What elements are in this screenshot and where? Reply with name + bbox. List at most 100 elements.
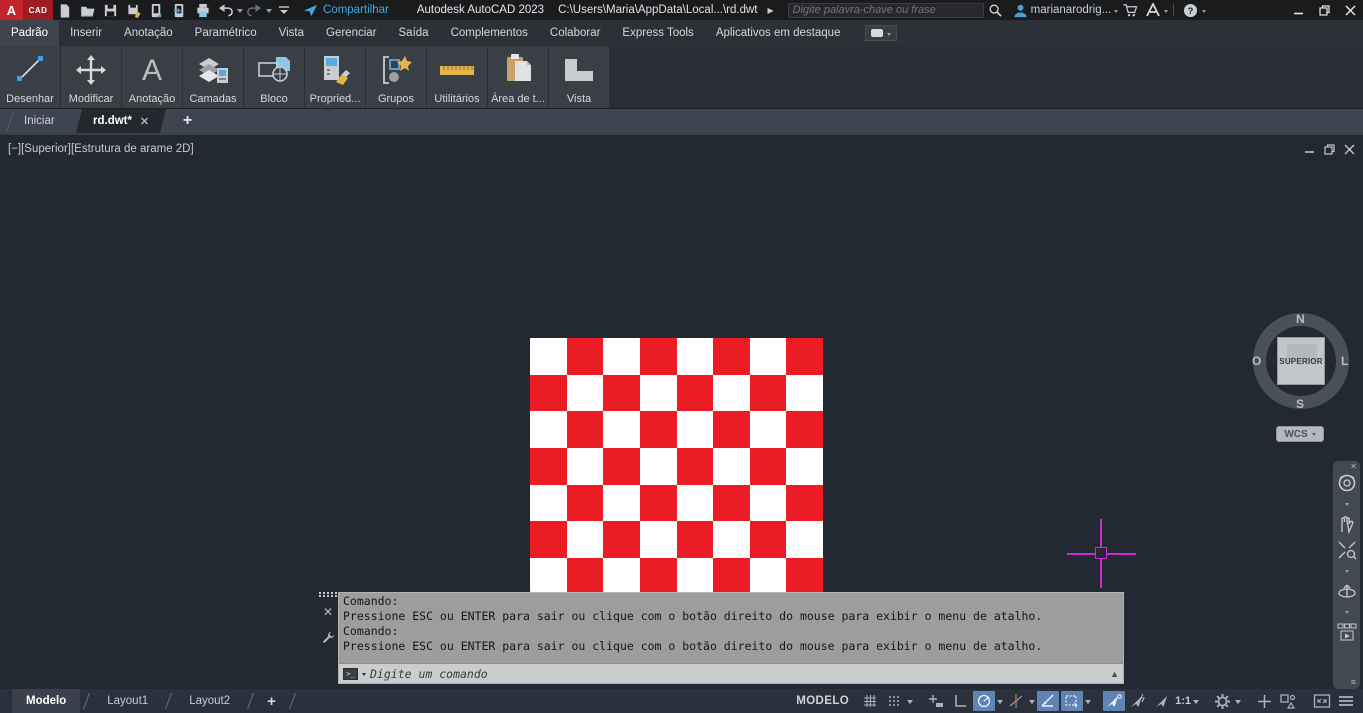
viewport-restore-icon[interactable] bbox=[1324, 144, 1335, 155]
viewcube-west[interactable]: O bbox=[1252, 354, 1261, 368]
open-from-web-mobile-button[interactable] bbox=[145, 0, 168, 20]
annotation-scale-value[interactable]: 1:1 bbox=[1175, 695, 1191, 707]
navbar-close-icon[interactable]: ✕ bbox=[1350, 462, 1357, 471]
ribbon-display-toggle[interactable] bbox=[865, 25, 897, 41]
model-space-label[interactable]: MODELO bbox=[796, 695, 849, 707]
help-button[interactable]: ? bbox=[1179, 0, 1202, 20]
object-snap-toggle[interactable] bbox=[1037, 691, 1059, 711]
annotation-visibility-toggle[interactable] bbox=[1103, 691, 1125, 711]
app-logo[interactable]: A CAD bbox=[0, 0, 53, 20]
command-expand-icon[interactable]: ▲ bbox=[1110, 669, 1119, 679]
layout-tab-layout1[interactable]: Layout1 bbox=[93, 689, 162, 713]
plot-button[interactable] bbox=[191, 0, 214, 20]
command-window-grip[interactable] bbox=[319, 592, 338, 597]
annotation-scale-caret[interactable] bbox=[1193, 700, 1199, 707]
save-as-button[interactable] bbox=[122, 0, 145, 20]
close-button[interactable] bbox=[1337, 0, 1363, 20]
navigation-wheel-icon[interactable] bbox=[1337, 473, 1357, 493]
clean-screen-button[interactable] bbox=[1311, 691, 1333, 711]
panel-bloco[interactable]: Bloco bbox=[244, 46, 304, 108]
autodesk-apps-caret[interactable] bbox=[1164, 10, 1168, 15]
share-button[interactable]: Compartilhar bbox=[303, 4, 389, 17]
ortho-toggle[interactable] bbox=[949, 691, 971, 711]
panel-area-de-transferencia[interactable]: Área de t... bbox=[488, 46, 548, 108]
new-drawing-tab-button[interactable]: + bbox=[171, 109, 204, 133]
layout-tab-modelo[interactable]: Modelo bbox=[12, 689, 80, 713]
selection-cycling-caret[interactable] bbox=[1085, 700, 1091, 707]
osnap-tracking-caret[interactable] bbox=[1029, 700, 1035, 707]
tab-padrao[interactable]: Padrão bbox=[0, 20, 59, 46]
file-tab-rd-dwt[interactable]: rd.dwt* ✕ bbox=[76, 109, 166, 133]
restore-button[interactable] bbox=[1311, 0, 1337, 20]
osnap-tracking-toggle[interactable] bbox=[1005, 691, 1027, 711]
command-prompt-icon[interactable]: >_ bbox=[343, 668, 358, 680]
command-input-row[interactable]: >_ Digite um comando ▲ bbox=[339, 663, 1123, 683]
search-box[interactable] bbox=[788, 3, 984, 18]
tab-express-tools[interactable]: Express Tools bbox=[611, 20, 704, 46]
annotation-scale-button[interactable] bbox=[1151, 691, 1173, 711]
tab-complementos[interactable]: Complementos bbox=[440, 20, 539, 46]
annotation-autoscale-toggle[interactable] bbox=[1127, 691, 1149, 711]
viewcube-top-face[interactable]: SUPERIOR bbox=[1277, 337, 1325, 385]
open-file-button[interactable] bbox=[76, 0, 99, 20]
command-input-placeholder[interactable]: Digite um comando bbox=[370, 667, 488, 681]
checkerboard[interactable] bbox=[530, 338, 823, 631]
new-layout-button[interactable]: + bbox=[257, 689, 286, 713]
snap-toggle[interactable] bbox=[883, 691, 905, 711]
command-history[interactable]: Comando:Pressione ESC ou ENTER para sair… bbox=[339, 593, 1123, 663]
dynamic-input-toggle[interactable] bbox=[925, 691, 947, 711]
tab-saida[interactable]: Saída bbox=[388, 20, 440, 46]
isolate-objects-button[interactable] bbox=[1277, 691, 1299, 711]
orbit-icon[interactable] bbox=[1337, 581, 1357, 601]
workspace-caret[interactable] bbox=[1235, 700, 1241, 707]
panel-anotacao[interactable]: A Anotação bbox=[122, 46, 182, 108]
account-menu[interactable]: marianarodrig... bbox=[1013, 3, 1119, 18]
polar-tracking-toggle[interactable] bbox=[973, 691, 995, 711]
app-store-button[interactable] bbox=[1118, 0, 1141, 20]
undo-button[interactable] bbox=[214, 0, 237, 20]
panel-propriedades[interactable]: Propried... bbox=[305, 46, 365, 108]
command-window[interactable]: ✕ Comando:Pressione ESC ou ENTER para sa… bbox=[318, 592, 1124, 684]
tab-colaborar[interactable]: Colaborar bbox=[539, 20, 612, 46]
viewport-controls-label[interactable]: [−][Superior][Estrutura de arame 2D] bbox=[8, 143, 194, 155]
panel-grupos[interactable]: Grupos bbox=[366, 46, 426, 108]
save-button[interactable] bbox=[99, 0, 122, 20]
panel-camadas[interactable]: Camadas bbox=[183, 46, 243, 108]
wcs-dropdown[interactable]: WCS bbox=[1276, 426, 1324, 442]
new-file-button[interactable] bbox=[53, 0, 76, 20]
title-expand-arrow[interactable]: ▶ bbox=[767, 6, 773, 15]
search-input[interactable] bbox=[793, 4, 979, 16]
redo-button[interactable] bbox=[243, 0, 266, 20]
viewcube-south[interactable]: S bbox=[1296, 397, 1304, 411]
viewport-close-icon[interactable] bbox=[1344, 144, 1355, 155]
showmotion-icon[interactable] bbox=[1337, 622, 1357, 642]
recent-commands-caret[interactable] bbox=[362, 673, 366, 678]
navbar-menu-icon[interactable]: ≡ bbox=[1351, 677, 1356, 687]
grid-toggle[interactable] bbox=[859, 691, 881, 711]
panel-vista[interactable]: Vista bbox=[549, 46, 609, 108]
file-tab-close-icon[interactable]: ✕ bbox=[140, 115, 149, 128]
polar-tracking-caret[interactable] bbox=[997, 700, 1003, 707]
command-window-customize-icon[interactable] bbox=[322, 631, 335, 644]
help-caret[interactable] bbox=[1202, 10, 1206, 15]
file-tab-iniciar[interactable]: Iniciar bbox=[10, 109, 69, 133]
layout-tab-layout2[interactable]: Layout2 bbox=[175, 689, 244, 713]
navigation-bar[interactable]: ✕ ≡ bbox=[1333, 461, 1360, 689]
panel-utilitarios[interactable]: Utilitários bbox=[427, 46, 487, 108]
tab-parametrico[interactable]: Paramétrico bbox=[184, 20, 268, 46]
minimize-button[interactable] bbox=[1285, 0, 1311, 20]
zoom-caret[interactable] bbox=[1345, 570, 1349, 575]
zoom-extents-icon[interactable] bbox=[1337, 540, 1357, 560]
save-to-web-mobile-button[interactable] bbox=[168, 0, 191, 20]
tab-vista[interactable]: Vista bbox=[268, 20, 315, 46]
tab-aplicativos-em-destaque[interactable]: Aplicativos em destaque bbox=[705, 20, 852, 46]
viewport-minimize-icon[interactable] bbox=[1304, 144, 1315, 155]
viewcube-north[interactable]: N bbox=[1296, 312, 1305, 326]
tab-gerenciar[interactable]: Gerenciar bbox=[315, 20, 388, 46]
command-window-close-icon[interactable]: ✕ bbox=[323, 605, 333, 619]
autodesk-apps-button[interactable] bbox=[1141, 0, 1164, 20]
viewcube-east[interactable]: L bbox=[1341, 354, 1348, 368]
selection-cycling-toggle[interactable] bbox=[1061, 691, 1083, 711]
panel-modificar[interactable]: Modificar bbox=[61, 46, 121, 108]
navigation-wheel-caret[interactable] bbox=[1345, 503, 1349, 508]
